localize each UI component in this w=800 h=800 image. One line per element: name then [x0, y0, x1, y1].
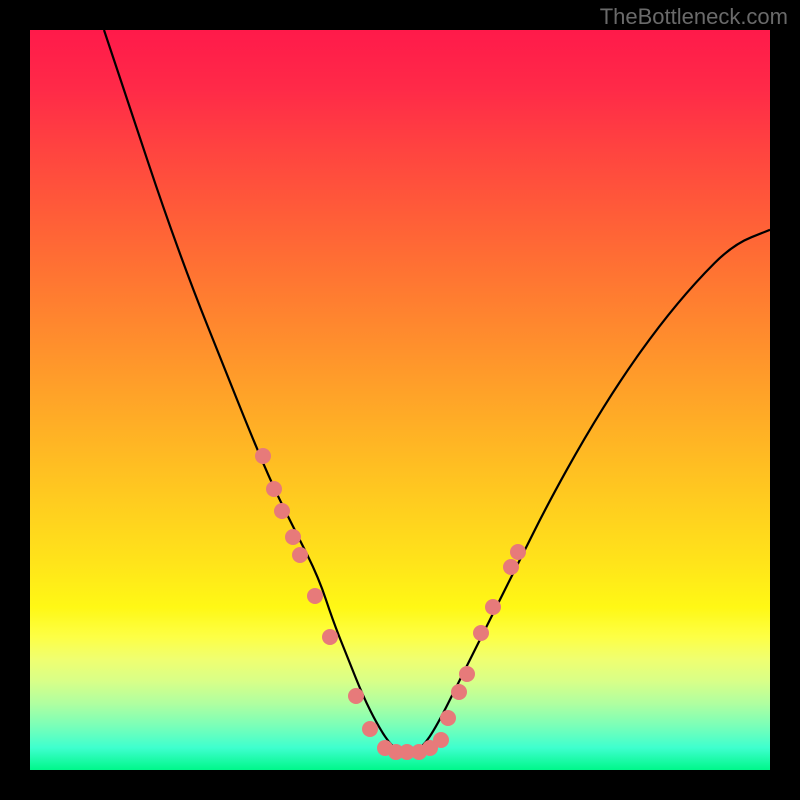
- chart-marker: [322, 629, 338, 645]
- chart-marker: [459, 666, 475, 682]
- chart-marker: [362, 721, 378, 737]
- chart-marker: [255, 448, 271, 464]
- chart-curve-svg: [30, 30, 770, 770]
- chart-marker: [274, 503, 290, 519]
- chart-curve: [104, 30, 770, 753]
- chart-marker: [348, 688, 364, 704]
- chart-marker: [433, 732, 449, 748]
- chart-marker: [292, 547, 308, 563]
- chart-marker: [266, 481, 282, 497]
- chart-marker: [503, 559, 519, 575]
- chart-marker: [485, 599, 501, 615]
- chart-marker: [285, 529, 301, 545]
- chart-marker: [510, 544, 526, 560]
- chart-marker: [440, 710, 456, 726]
- chart-marker: [473, 625, 489, 641]
- chart-marker: [307, 588, 323, 604]
- chart-marker: [451, 684, 467, 700]
- chart-plot-area: [30, 30, 770, 770]
- watermark-text: TheBottleneck.com: [600, 4, 788, 30]
